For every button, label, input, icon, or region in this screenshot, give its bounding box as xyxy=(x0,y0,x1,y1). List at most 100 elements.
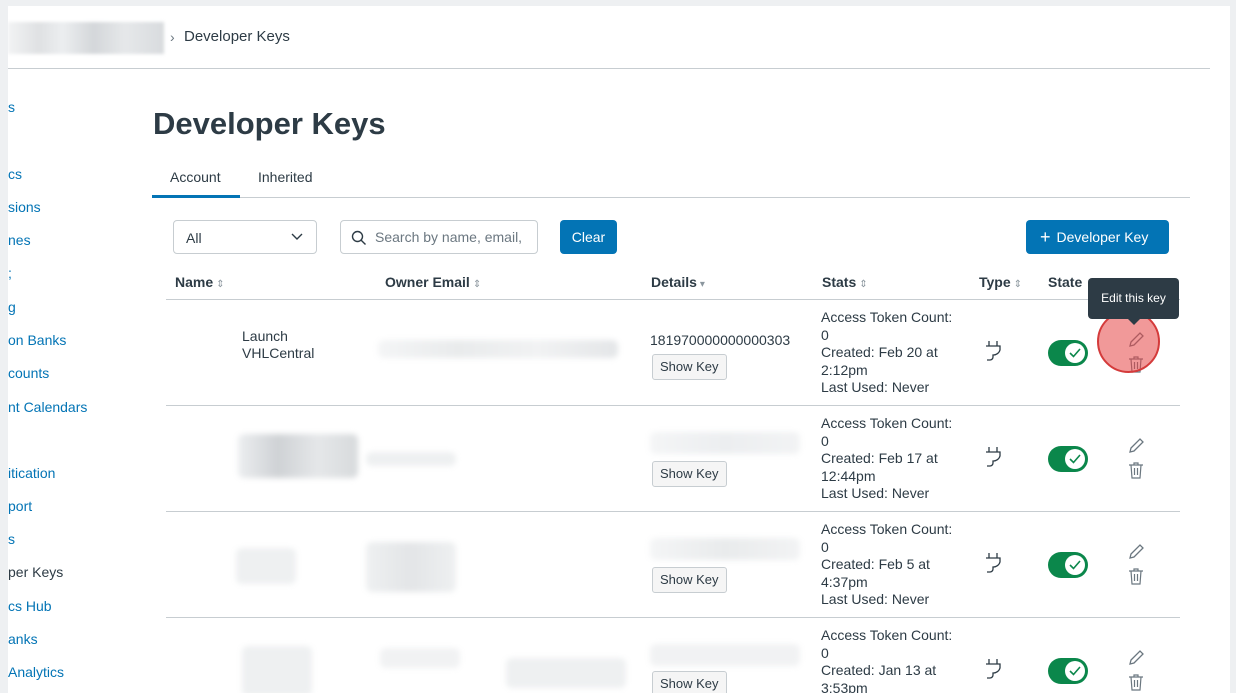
trash-icon[interactable] xyxy=(1128,461,1144,479)
tab-account[interactable]: Account xyxy=(170,169,221,185)
nav-item-analytics[interactable]: Analytics xyxy=(8,664,64,680)
column-header-label: State xyxy=(1048,274,1083,290)
nav-item[interactable]: cs xyxy=(8,166,22,182)
show-key-button[interactable]: Show Key xyxy=(652,461,727,487)
search-box[interactable] xyxy=(340,220,538,254)
state-toggle[interactable] xyxy=(1048,552,1088,578)
stats-line: Created: Feb 20 at xyxy=(821,344,938,360)
tabs-divider xyxy=(152,197,1190,198)
nav-item-authentication[interactable]: itication xyxy=(8,465,55,481)
stats-line: Created: Jan 13 at xyxy=(821,662,937,678)
nav-item[interactable]: nes xyxy=(8,232,31,248)
nav-item-developer-keys[interactable]: per Keys xyxy=(8,564,63,580)
table-row: Show Key Access Token Count: 0 Created: … xyxy=(166,618,1180,693)
redacted-key-name xyxy=(242,646,312,693)
toggle-knob xyxy=(1065,555,1085,575)
redacted-owner-email xyxy=(378,340,618,358)
stats-line: Access Token Count: xyxy=(821,627,953,643)
header-divider xyxy=(8,68,1210,69)
show-key-button[interactable]: Show Key xyxy=(652,567,727,593)
stats-line: Access Token Count: xyxy=(821,521,953,537)
column-header-stats[interactable]: Stats ⇕ xyxy=(822,274,868,290)
nav-item-calendars[interactable]: nt Calendars xyxy=(8,399,87,415)
search-input[interactable] xyxy=(375,227,533,247)
sort-desc-icon: ▾ xyxy=(699,279,705,290)
nav-item[interactable]: s xyxy=(8,531,15,547)
breadcrumb-redacted-account[interactable] xyxy=(8,22,164,54)
sort-icon: ⇕ xyxy=(1013,279,1023,290)
nav-item-question-banks[interactable]: on Banks xyxy=(8,332,66,348)
plus-icon: + xyxy=(1040,227,1051,247)
nav-item-item-banks[interactable]: anks xyxy=(8,631,38,647)
stats-line: Last Used: Never xyxy=(821,379,930,395)
pencil-icon[interactable] xyxy=(1126,648,1146,668)
trash-icon[interactable] xyxy=(1128,567,1144,585)
column-header-state: State xyxy=(1048,274,1082,290)
toggle-knob xyxy=(1065,343,1085,363)
stats-line: 0 xyxy=(821,432,829,449)
key-name-line: Launch xyxy=(242,328,288,344)
pencil-icon[interactable] xyxy=(1126,436,1146,456)
column-header-label: Type xyxy=(979,274,1011,290)
pencil-icon[interactable] xyxy=(1126,542,1146,562)
active-tab-indicator xyxy=(152,195,240,198)
chevron-down-icon xyxy=(290,229,304,246)
state-toggle[interactable] xyxy=(1048,446,1088,472)
nav-item-accounts[interactable]: counts xyxy=(8,365,49,381)
stats-line: Last Used: Never xyxy=(821,485,930,501)
toggle-knob xyxy=(1065,661,1085,681)
page-title: Developer Keys xyxy=(153,106,386,141)
column-header-name[interactable]: Name ⇕ xyxy=(175,274,225,290)
nav-item[interactable]: s xyxy=(8,99,15,115)
stats-line: Created: Feb 17 at xyxy=(821,450,938,466)
redacted-owner-email xyxy=(366,452,456,466)
redacted-owner-email xyxy=(380,648,460,668)
redacted-details-id xyxy=(650,432,800,454)
check-icon xyxy=(1069,348,1081,358)
sort-icon: ⇕ xyxy=(859,279,868,290)
column-header-type[interactable]: Type ⇕ xyxy=(979,274,1022,290)
plug-icon xyxy=(986,553,1001,573)
table-row: Show Key Access Token Count: 0 Created: … xyxy=(166,406,1180,511)
chevron-right-icon: › xyxy=(170,29,175,45)
redacted-key-name xyxy=(236,548,296,584)
state-toggle[interactable] xyxy=(1048,340,1088,366)
nav-item[interactable]: ; xyxy=(8,265,12,281)
key-name: Launch VHLCentral xyxy=(242,328,314,362)
nav-item[interactable]: g xyxy=(8,299,16,315)
column-header-details[interactable]: Details ▾ xyxy=(651,274,705,290)
plug-icon xyxy=(986,447,1001,467)
stats-line: 4:37pm xyxy=(821,573,868,590)
filter-select[interactable]: All xyxy=(173,220,317,254)
column-header-label: Stats xyxy=(822,274,857,290)
nav-item[interactable]: sions xyxy=(8,199,41,215)
show-key-button[interactable]: Show Key xyxy=(652,354,727,380)
column-header-owner-email[interactable]: Owner Email ⇕ xyxy=(385,274,481,290)
trash-icon[interactable] xyxy=(1128,673,1144,691)
key-name-line: VHLCentral xyxy=(242,345,315,361)
toggle-knob xyxy=(1065,449,1085,469)
check-icon xyxy=(1069,666,1081,676)
stats-line: 12:44pm xyxy=(821,467,876,484)
nav-item-apps-hub[interactable]: cs Hub xyxy=(8,598,52,614)
add-developer-key-button[interactable]: + Developer Key xyxy=(1026,220,1169,254)
column-header-label: Details xyxy=(651,274,697,290)
tab-inherited[interactable]: Inherited xyxy=(258,169,312,185)
stats-line: Access Token Count: xyxy=(821,309,953,325)
filter-select-value: All xyxy=(186,230,202,246)
show-key-button[interactable]: Show Key xyxy=(652,671,727,693)
key-details-id: 181970000000000303 xyxy=(650,332,791,348)
nav-item-sis-import[interactable]: port xyxy=(8,498,32,514)
column-header-label: Owner Email xyxy=(385,274,470,290)
key-stats: Access Token Count: 0 Created: Feb 20 at… xyxy=(821,309,961,397)
redacted-details-id xyxy=(650,644,800,666)
clear-button[interactable]: Clear xyxy=(560,220,617,254)
key-stats: Access Token Count: 0 Created: Jan 13 at… xyxy=(821,627,961,693)
state-toggle[interactable] xyxy=(1048,658,1088,684)
stats-line: 0 xyxy=(821,326,829,343)
key-stats: Access Token Count: 0 Created: Feb 17 at… xyxy=(821,415,961,503)
sort-icon: ⇕ xyxy=(216,279,225,290)
table-row: Launch VHLCentral 181970000000000303 Sho… xyxy=(166,300,1180,405)
search-icon xyxy=(351,230,366,245)
main-frame: › Developer Keys s cs sions nes ; g on B… xyxy=(8,6,1230,693)
